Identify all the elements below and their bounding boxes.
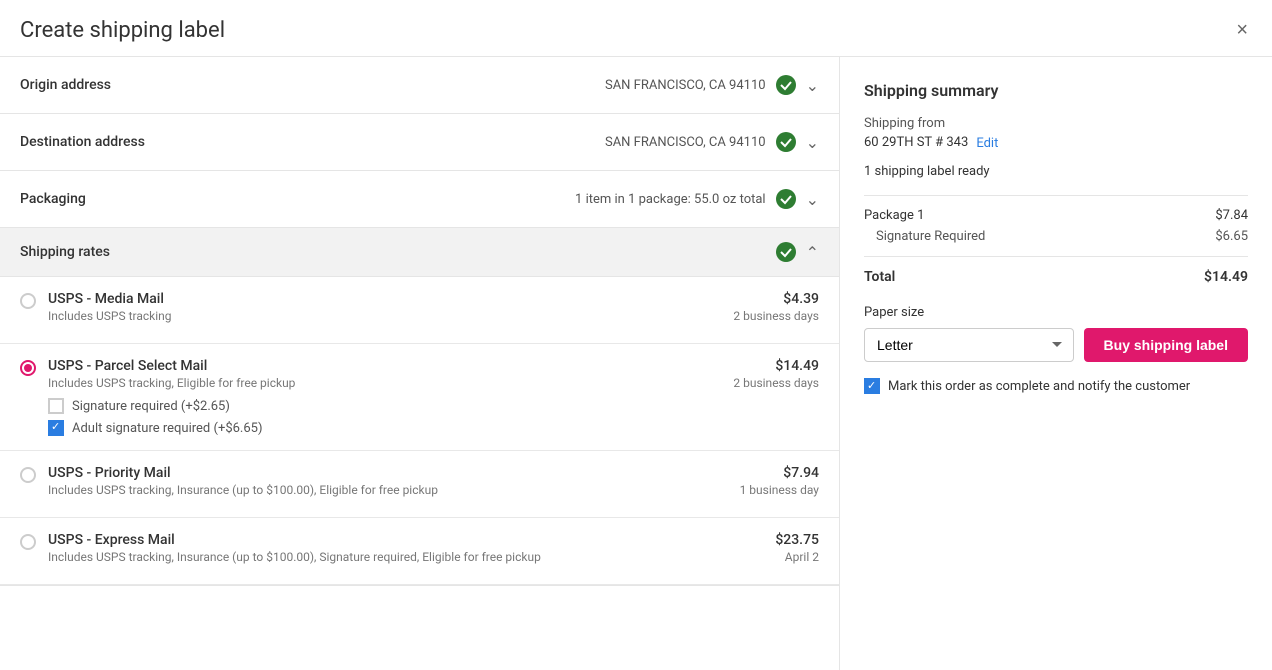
main-layout: Origin address SAN FRANCISCO, CA 94110 ⌄… bbox=[0, 57, 1272, 670]
rate-days-usps-parcel: 2 business days bbox=[733, 376, 819, 390]
option-sig-required-label: Signature required (+$2.65) bbox=[72, 399, 230, 414]
edit-address-link[interactable]: Edit bbox=[976, 136, 998, 151]
rate-item-usps-media: USPS - Media Mail Includes USPS tracking… bbox=[0, 277, 839, 344]
destination-check-icon bbox=[776, 132, 796, 152]
option-adult-sig-row: Adult signature required (+$6.65) bbox=[48, 420, 721, 436]
destination-chevron-icon: ⌄ bbox=[806, 133, 819, 152]
origin-address-value: SAN FRANCISCO, CA 94110 bbox=[605, 78, 766, 93]
rate-price-usps-parcel: $14.49 bbox=[733, 358, 819, 374]
origin-address-section: Origin address SAN FRANCISCO, CA 94110 ⌄ bbox=[0, 57, 839, 114]
shipping-rates-chevron-icon: ⌃ bbox=[806, 243, 819, 262]
paper-size-select[interactable]: Letter 4x6 bbox=[864, 328, 1074, 362]
rate-desc-usps-express: Includes USPS tracking, Insurance (up to… bbox=[48, 550, 763, 564]
shipping-rates-check-icon bbox=[776, 242, 796, 262]
rate-item-usps-parcel: USPS - Parcel Select Mail Includes USPS … bbox=[0, 344, 839, 451]
origin-address-label: Origin address bbox=[20, 77, 111, 93]
packaging-chevron-icon: ⌄ bbox=[806, 190, 819, 209]
summary-total-line: Total $14.49 bbox=[864, 269, 1248, 285]
right-panel: Shipping summary Shipping from 60 29TH S… bbox=[840, 57, 1272, 670]
origin-chevron-icon: ⌄ bbox=[806, 76, 819, 95]
notify-label: Mark this order as complete and notify t… bbox=[888, 379, 1190, 394]
radio-usps-parcel[interactable] bbox=[20, 360, 36, 376]
shipping-rates-label: Shipping rates bbox=[20, 244, 110, 260]
radio-usps-express[interactable] bbox=[20, 534, 36, 550]
origin-address-header[interactable]: Origin address SAN FRANCISCO, CA 94110 ⌄ bbox=[0, 57, 839, 113]
checkbox-adult-sig[interactable] bbox=[48, 420, 64, 436]
package-price: $7.84 bbox=[1215, 208, 1248, 223]
rate-item-usps-priority: USPS - Priority Mail Includes USPS track… bbox=[0, 451, 839, 518]
rate-name-usps-priority: USPS - Priority Mail bbox=[48, 465, 728, 481]
rate-days-usps-media: 2 business days bbox=[733, 309, 819, 323]
paper-size-label: Paper size bbox=[864, 305, 1248, 320]
rate-desc-usps-priority: Includes USPS tracking, Insurance (up to… bbox=[48, 483, 728, 497]
buy-shipping-label-button[interactable]: Buy shipping label bbox=[1084, 328, 1248, 362]
option-sig-required-row: Signature required (+$2.65) bbox=[48, 398, 721, 414]
summary-title: Shipping summary bbox=[864, 81, 1248, 100]
packaging-label: Packaging bbox=[20, 191, 86, 207]
rate-days-usps-priority: 1 business day bbox=[740, 483, 819, 497]
summary-signature-line: Signature Required $6.65 bbox=[864, 229, 1248, 244]
left-panel: Origin address SAN FRANCISCO, CA 94110 ⌄… bbox=[0, 57, 840, 670]
shipping-rates-section: Shipping rates ⌃ USPS - Media Mail Inclu… bbox=[0, 228, 839, 586]
summary-package-line: Package 1 $7.84 bbox=[864, 208, 1248, 223]
rate-price-usps-media: $4.39 bbox=[733, 291, 819, 307]
shipping-from-label: Shipping from bbox=[864, 116, 1248, 131]
rate-price-usps-priority: $7.94 bbox=[740, 465, 819, 481]
paper-size-row: Letter 4x6 Buy shipping label bbox=[864, 328, 1248, 362]
summary-divider-top bbox=[864, 195, 1248, 196]
packaging-value: 1 item in 1 package: 55.0 oz total bbox=[575, 192, 766, 207]
option-adult-sig-label: Adult signature required (+$6.65) bbox=[72, 421, 263, 436]
shipping-from-address: 60 29TH ST # 343 bbox=[864, 135, 968, 150]
radio-usps-media[interactable] bbox=[20, 293, 36, 309]
package-label: Package 1 bbox=[864, 208, 924, 223]
rate-desc-usps-media: Includes USPS tracking bbox=[48, 309, 721, 323]
shipping-from-row: 60 29TH ST # 343 Edit bbox=[864, 135, 1248, 152]
signature-price: $6.65 bbox=[1215, 229, 1248, 244]
destination-address-header[interactable]: Destination address SAN FRANCISCO, CA 94… bbox=[0, 114, 839, 170]
signature-label: Signature Required bbox=[876, 229, 985, 244]
rate-name-usps-express: USPS - Express Mail bbox=[48, 532, 763, 548]
destination-address-value: SAN FRANCISCO, CA 94110 bbox=[605, 135, 766, 150]
destination-address-section: Destination address SAN FRANCISCO, CA 94… bbox=[0, 114, 839, 171]
rate-options-usps-parcel: Signature required (+$2.65) Adult signat… bbox=[48, 398, 721, 436]
notify-row: Mark this order as complete and notify t… bbox=[864, 378, 1248, 394]
rate-desc-usps-parcel: Includes USPS tracking, Eligible for fre… bbox=[48, 376, 721, 390]
close-button[interactable]: × bbox=[1232, 16, 1252, 44]
packaging-header[interactable]: Packaging 1 item in 1 package: 55.0 oz t… bbox=[0, 171, 839, 227]
summary-divider-bottom bbox=[864, 256, 1248, 257]
page-title: Create shipping label bbox=[20, 18, 225, 43]
rate-days-usps-express: April 2 bbox=[775, 550, 819, 564]
rate-item-usps-express: USPS - Express Mail Includes USPS tracki… bbox=[0, 518, 839, 585]
rate-price-usps-express: $23.75 bbox=[775, 532, 819, 548]
rate-name-usps-media: USPS - Media Mail bbox=[48, 291, 721, 307]
summary-ready: 1 shipping label ready bbox=[864, 164, 1248, 179]
checkbox-sig-required[interactable] bbox=[48, 398, 64, 414]
destination-address-label: Destination address bbox=[20, 134, 145, 150]
radio-usps-priority[interactable] bbox=[20, 467, 36, 483]
rate-name-usps-parcel: USPS - Parcel Select Mail bbox=[48, 358, 721, 374]
total-price: $14.49 bbox=[1204, 269, 1248, 285]
shipping-rates-header[interactable]: Shipping rates ⌃ bbox=[0, 228, 839, 277]
total-label: Total bbox=[864, 269, 895, 285]
origin-check-icon bbox=[776, 75, 796, 95]
packaging-section: Packaging 1 item in 1 package: 55.0 oz t… bbox=[0, 171, 839, 228]
notify-checkbox[interactable] bbox=[864, 378, 880, 394]
packaging-check-icon bbox=[776, 189, 796, 209]
page-header: Create shipping label × bbox=[0, 0, 1272, 57]
